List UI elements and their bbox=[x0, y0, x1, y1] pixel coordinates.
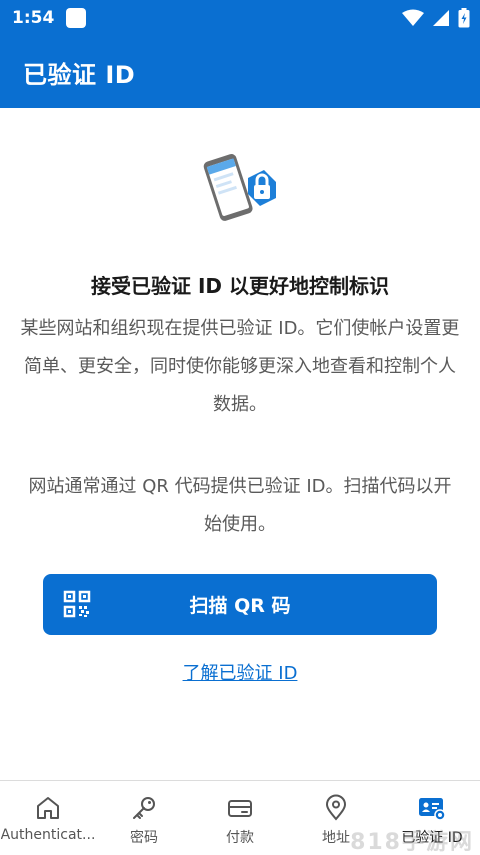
key-icon bbox=[133, 797, 155, 819]
learn-verified-id-link[interactable]: 了解已验证 ID bbox=[0, 659, 480, 685]
scan-qr-button[interactable]: 扫描 QR 码 bbox=[43, 574, 437, 635]
nav-item-passwords[interactable]: 密码 bbox=[96, 781, 192, 855]
nav-label-payments: 付款 bbox=[226, 830, 254, 846]
nav-item-addresses[interactable]: 地址 bbox=[288, 781, 384, 855]
signal-icon bbox=[433, 10, 449, 26]
phone-lock-icon bbox=[203, 154, 276, 221]
nav-item-payments[interactable]: 付款 bbox=[192, 781, 288, 855]
status-indicators bbox=[402, 8, 470, 28]
battery-icon bbox=[458, 8, 470, 28]
location-icon bbox=[325, 794, 347, 821]
description-paragraph: 某些网站和组织现在提供已验证 ID。它们使帐户设置更简单、更安全，同时使你能够更… bbox=[20, 318, 460, 415]
verified-id-icon bbox=[419, 798, 446, 821]
app-bar: 已验证 ID bbox=[0, 36, 480, 108]
card-icon bbox=[228, 800, 252, 817]
home-icon bbox=[37, 797, 59, 819]
wifi-icon bbox=[402, 9, 424, 26]
app-notification-icon bbox=[66, 8, 87, 28]
scan-qr-label: 扫描 QR 码 bbox=[189, 595, 291, 617]
headline: 接受已验证 ID 以更好地控制标识 bbox=[91, 274, 389, 298]
bottom-nav: Authenticat... 密码 付款 地址 已验证 ID bbox=[0, 780, 480, 855]
page-title: 已验证 ID bbox=[23, 60, 136, 89]
nav-label-addresses: 地址 bbox=[322, 830, 350, 846]
qr-code-icon bbox=[63, 590, 91, 618]
instruction-paragraph: 网站通常通过 QR 代码提供已验证 ID。扫描代码以开始使用。 bbox=[28, 476, 452, 535]
nav-label-passwords: 密码 bbox=[130, 830, 158, 846]
nav-item-authenticator[interactable]: Authenticat... bbox=[0, 781, 96, 855]
status-time: 1:54 bbox=[12, 8, 55, 28]
nav-label-verified-id: 已验证 ID bbox=[401, 830, 463, 846]
status-bar: 1:54 bbox=[0, 0, 480, 36]
nav-item-verified-id[interactable]: 已验证 ID bbox=[384, 781, 480, 855]
nav-label-authenticator: Authenticat... bbox=[0, 827, 96, 843]
